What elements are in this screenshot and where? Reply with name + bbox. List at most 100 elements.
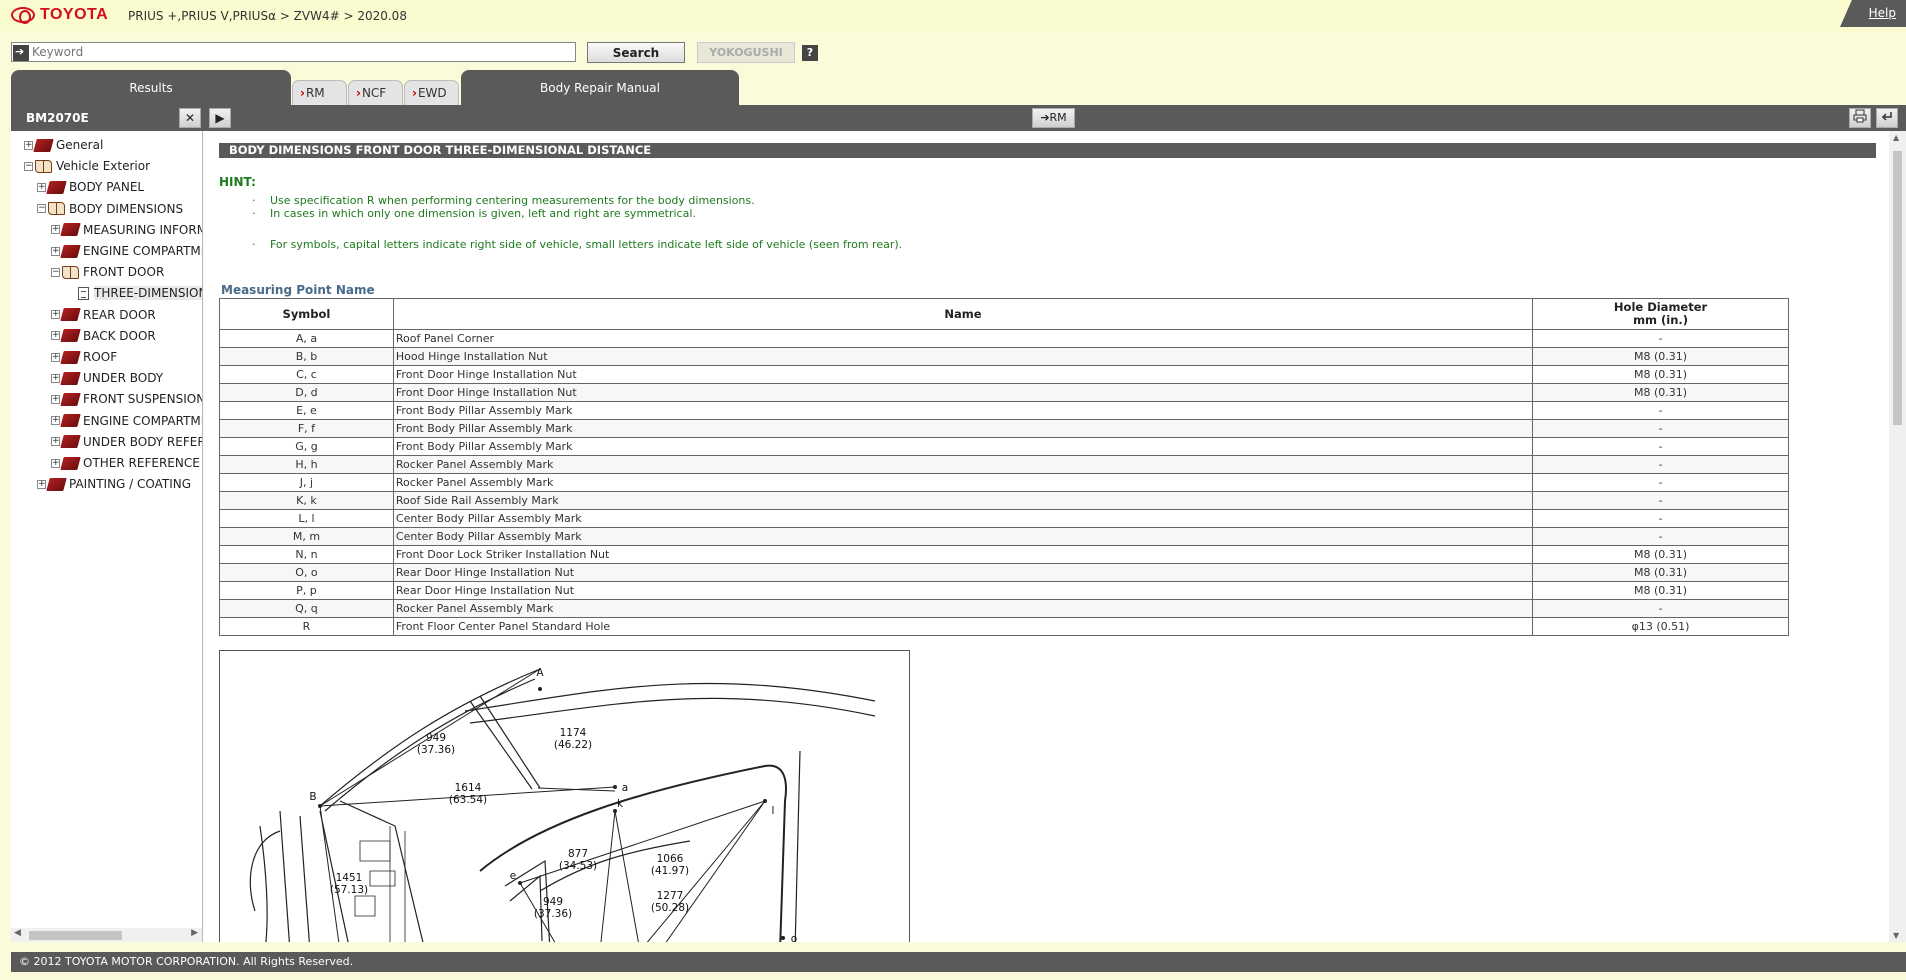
expand-plus-icon[interactable]: + (51, 352, 60, 362)
hole-diameter-cell: - (1532, 455, 1789, 474)
expand-plus-icon[interactable]: + (37, 182, 46, 192)
rm-link-button[interactable]: ➔RM (1032, 108, 1075, 128)
keyword-input[interactable] (32, 44, 572, 60)
yokogushi-button[interactable]: YOKOGUSHI (697, 42, 795, 63)
symbol-cell: N, n (219, 545, 394, 564)
hole-diameter-cell: - (1532, 329, 1789, 348)
tree-item[interactable]: − FRONT DOOR (51, 262, 164, 282)
svg-text:(63.54): (63.54) (449, 794, 487, 806)
svg-text:949: 949 (426, 732, 446, 744)
search-row: Search YOKOGUSHI ? (0, 40, 1906, 66)
tab-results[interactable]: Results (11, 70, 291, 105)
open-book-icon (48, 202, 65, 216)
expand-plus-icon[interactable]: + (51, 416, 60, 426)
keyword-arrow-icon (13, 44, 29, 61)
table-row: E, e Front Body Pillar Assembly Mark - (219, 401, 1789, 420)
return-icon[interactable] (1876, 108, 1898, 128)
closed-book-icon (60, 392, 81, 406)
print-icon[interactable] (1849, 108, 1871, 128)
table-row: O, o Rear Door Hinge Installation Nut M8 (… (219, 563, 1789, 582)
column-header-symbol: Symbol (219, 298, 394, 330)
search-button[interactable]: Search (587, 42, 685, 63)
tree-item[interactable]: − BODY DIMENSIONS (37, 199, 183, 219)
expand-plus-icon[interactable]: + (51, 394, 60, 404)
symbol-cell: C, c (219, 365, 394, 384)
tree-item-label: REAR DOOR (83, 307, 156, 322)
document-icon (78, 286, 89, 300)
expand-plus-icon[interactable]: + (51, 437, 60, 447)
tree-item-label: FRONT SUSPENSION (83, 392, 203, 407)
tab-body-repair-manual[interactable]: Body Repair Manual (461, 70, 739, 105)
scroll-up-icon[interactable]: ▲ (1893, 133, 1899, 142)
hole-diameter-cell: - (1532, 599, 1789, 618)
svg-text:(46.22): (46.22) (554, 739, 592, 751)
scroll-thumb[interactable] (29, 931, 122, 940)
tab-ewd[interactable]: ›EWD (404, 80, 459, 105)
tab-rm[interactable]: ›RM (292, 80, 347, 105)
expand-plus-icon[interactable]: + (37, 479, 46, 489)
expand-plus-icon[interactable]: + (51, 310, 60, 320)
expand-plus-icon[interactable]: + (51, 331, 60, 341)
collapse-minus-icon[interactable]: − (51, 267, 60, 277)
tree-item[interactable]: + ENGINE COMPARTMENT (51, 411, 202, 431)
help-label[interactable]: Help (1869, 6, 1896, 20)
help-question-icon[interactable]: ? (802, 45, 818, 61)
svg-text:1614: 1614 (455, 782, 482, 794)
tree-item[interactable]: + FRONT SUSPENSION (51, 389, 203, 409)
tree-item[interactable]: + UNDER BODY (51, 368, 163, 388)
expand-plus-icon[interactable]: + (51, 373, 60, 383)
tree-item[interactable]: + PAINTING / COATING (37, 474, 191, 494)
expand-plus-icon[interactable]: + (51, 458, 60, 468)
tree-item[interactable]: − Vehicle Exterior (24, 156, 150, 176)
point-label: k (617, 798, 624, 810)
scroll-right-icon[interactable]: ▶ (191, 928, 198, 938)
scroll-left-icon[interactable]: ◀ (14, 928, 21, 938)
tree-item[interactable]: + BODY PANEL (37, 177, 144, 197)
svg-text:1066: 1066 (657, 853, 684, 865)
name-cell: Roof Side Rail Assembly Mark (392, 491, 1534, 510)
closed-book-icon (60, 350, 81, 364)
hole-diameter-cell: - (1532, 491, 1789, 510)
chevron-right-icon: › (300, 86, 305, 100)
tree-item[interactable]: + MEASURING INFORMATION (51, 220, 202, 240)
svg-text:(50.28): (50.28) (651, 902, 689, 914)
table-row: P, p Rear Door Hinge Installation Nut M8 (… (219, 581, 1789, 600)
help-link[interactable]: Help (1840, 0, 1906, 27)
table-row: H, h Rocker Panel Assembly Mark - (219, 455, 1789, 474)
tree-item[interactable]: THREE-DIMENSIONAL DISTANCE (78, 283, 202, 303)
collapse-minus-icon[interactable]: − (24, 161, 33, 171)
symbol-cell: H, h (219, 455, 394, 474)
closed-book-icon (46, 477, 67, 491)
close-tree-button[interactable]: ✕ (179, 108, 201, 128)
document-vertical-scrollbar[interactable]: ▲ ▼ (1889, 131, 1906, 942)
expand-plus-icon[interactable]: + (24, 140, 33, 150)
tree-item[interactable]: + ROOF (51, 347, 117, 367)
name-cell: Center Body Pillar Assembly Mark (392, 527, 1534, 546)
tree-item[interactable]: + UNDER BODY REFERENCE (51, 432, 202, 452)
collapse-minus-icon[interactable]: − (37, 204, 46, 214)
symbol-cell: E, e (219, 401, 394, 420)
tree-horizontal-scrollbar[interactable]: ◀ ▶ (11, 928, 202, 942)
body-dimension-illustration: A a B k l e o 949 (37.36) 1174 (46.22) 1… (219, 650, 910, 942)
point-label: A (536, 667, 544, 679)
point-label: B (309, 791, 316, 803)
scroll-down-icon[interactable]: ▼ (1893, 931, 1899, 940)
expand-plus-icon[interactable]: + (51, 225, 60, 235)
scroll-thumb[interactable] (1893, 151, 1902, 425)
tab-rm-label: RM (305, 86, 325, 100)
svg-text:877: 877 (568, 848, 588, 860)
tab-ncf[interactable]: ›NCF (348, 80, 403, 105)
tree-item[interactable]: + ENGINE COMPARTMENT (51, 241, 202, 261)
tree-item[interactable]: + General (24, 135, 103, 155)
expand-panel-button[interactable]: ▶ (209, 108, 231, 128)
closed-book-icon (60, 329, 81, 343)
expand-plus-icon[interactable]: + (51, 246, 60, 256)
tree-item[interactable]: + BACK DOOR (51, 326, 156, 346)
svg-text:949: 949 (543, 896, 563, 908)
keyword-field[interactable] (11, 42, 576, 62)
closed-book-icon (33, 138, 54, 152)
closed-book-icon (60, 414, 81, 428)
tree-item[interactable]: + REAR DOOR (51, 305, 156, 325)
tree-item[interactable]: + OTHER REFERENCE VALUES (51, 453, 202, 473)
name-cell: Front Door Hinge Installation Nut (392, 383, 1534, 402)
